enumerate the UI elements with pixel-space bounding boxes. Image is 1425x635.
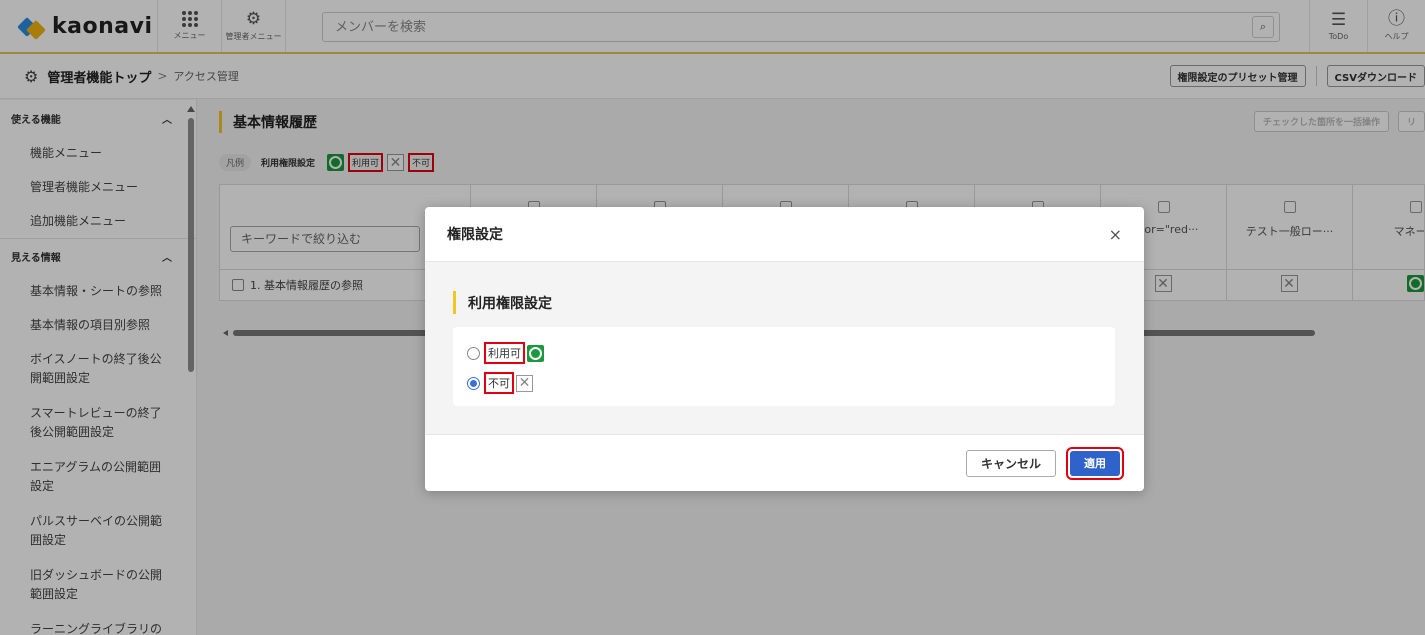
option-allowed[interactable]: 利用可 <box>467 342 1101 364</box>
denied-icon: ✕ <box>516 374 533 392</box>
apply-highlight: 適用 <box>1066 446 1124 480</box>
dialog-footer: キャンセル 適用 <box>425 434 1144 491</box>
radio-allowed[interactable] <box>467 346 480 360</box>
dialog-body: 利用権限設定 利用可 不可 ✕ <box>425 262 1144 434</box>
apply-button[interactable]: 適用 <box>1070 450 1120 476</box>
close-icon[interactable]: × <box>1109 225 1122 244</box>
option-allowed-label: 利用可 <box>484 342 525 364</box>
option-denied-label: 不可 <box>484 372 514 394</box>
radio-denied[interactable] <box>467 376 480 390</box>
allowed-icon <box>527 344 544 362</box>
dialog-title: 権限設定 <box>447 227 503 243</box>
option-denied[interactable]: 不可 ✕ <box>467 372 1101 394</box>
cancel-button[interactable]: キャンセル <box>965 449 1056 477</box>
permission-options: 利用可 不可 ✕ <box>453 327 1115 406</box>
permission-dialog: 権限設定 × 利用権限設定 利用可 不可 ✕ キャンセル 適用 <box>425 207 1144 491</box>
dialog-subtitle: 利用権限設定 <box>453 291 552 314</box>
dialog-header: 権限設定 × <box>425 207 1144 262</box>
